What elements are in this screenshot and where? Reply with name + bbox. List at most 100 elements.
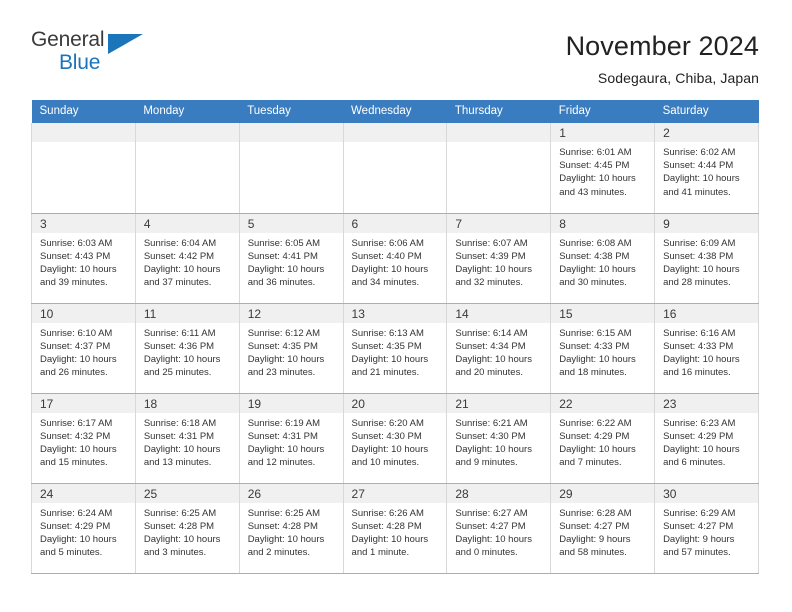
calendar-day-cell[interactable]: 27 Sunrise: 6:26 AM Sunset: 4:28 PM Dayligh… <box>343 483 448 574</box>
calendar-day-cell[interactable]: 25 Sunrise: 6:25 AM Sunset: 4:28 PM Dayligh… <box>135 483 240 574</box>
daylight-text-line2: and 43 minutes. <box>559 186 627 198</box>
daylight-text-line1: Daylight: 10 hours <box>351 353 429 365</box>
calendar-day-cell[interactable]: 17 Sunrise: 6:17 AM Sunset: 4:32 PM Dayligh… <box>31 393 136 484</box>
calendar-day-cell-empty <box>31 123 136 214</box>
calendar-day-cell[interactable]: 19 Sunrise: 6:19 AM Sunset: 4:31 PM Dayligh… <box>239 393 344 484</box>
daylight-text-line2: and 32 minutes. <box>455 277 523 289</box>
sunset-text: Sunset: 4:42 PM <box>143 250 215 262</box>
daylight-text-line2: and 21 minutes. <box>351 367 420 379</box>
daylight-text-line1: Daylight: 10 hours <box>455 263 532 275</box>
calendar-day-cell[interactable]: 9 Sunrise: 6:09 AM Sunset: 4:38 PM Daylight… <box>654 213 759 304</box>
sunset-text: Sunset: 4:40 PM <box>351 250 422 262</box>
day-number: 12 <box>239 303 343 323</box>
calendar-wrapper: Sunday Monday Tuesday Wednesday Thursday Frid… <box>0 100 792 574</box>
day-details: Sunrise: 6:29 AM Sunset: 4:27 PM Daylight:… <box>655 503 758 560</box>
sunset-text: Sunset: 4:31 PM <box>143 430 215 442</box>
sunrise-text: Sunrise: 6:08 AM <box>559 237 632 249</box>
day-details <box>447 142 550 146</box>
daylight-text-line2: and 34 minutes. <box>351 277 420 289</box>
sunrise-text: Sunrise: 6:13 AM <box>351 327 424 339</box>
daylight-text-line1: Daylight: 9 hours <box>663 533 735 545</box>
daylight-text-line1: Daylight: 10 hours <box>143 443 221 455</box>
calendar-day-cell[interactable]: 28 Sunrise: 6:27 AM Sunset: 4:27 PM Dayligh… <box>446 483 552 574</box>
day-details: Sunrise: 6:10 AM Sunset: 4:37 PM Daylight:… <box>32 323 135 380</box>
day-number: 11 <box>135 303 239 323</box>
sunrise-text: Sunrise: 6:17 AM <box>40 417 113 429</box>
calendar-day-cell[interactable]: 10 Sunrise: 6:10 AM Sunset: 4:37 PM Dayligh… <box>31 303 136 394</box>
calendar-day-cell[interactable]: 15 Sunrise: 6:15 AM Sunset: 4:33 PM Dayligh… <box>550 303 656 394</box>
calendar-day-cell[interactable]: 26 Sunrise: 6:25 AM Sunset: 4:28 PM Dayligh… <box>239 483 344 574</box>
calendar-day-cell-empty <box>446 123 552 214</box>
calendar-week-row: 10 Sunrise: 6:10 AM Sunset: 4:37 PM Dayligh… <box>31 303 759 394</box>
daylight-text-line2: and 10 minutes. <box>351 457 420 469</box>
day-details: Sunrise: 6:03 AM Sunset: 4:43 PM Daylight:… <box>32 233 135 290</box>
day-number: 28 <box>447 483 551 503</box>
calendar-day-cell[interactable]: 5 Sunrise: 6:05 AM Sunset: 4:41 PM Daylight… <box>239 213 344 304</box>
sunrise-text: Sunrise: 6:09 AM <box>663 237 736 249</box>
sunrise-text: Sunrise: 6:15 AM <box>559 327 632 339</box>
general-blue-logo[interactable]: General Blue <box>31 28 149 80</box>
day-number: 24 <box>32 483 135 503</box>
weekday-header-tuesday: Tuesday <box>239 100 344 123</box>
sunrise-text: Sunrise: 6:01 AM <box>559 147 632 158</box>
daylight-text-line2: and 20 minutes. <box>455 367 523 379</box>
daylight-text-line2: and 37 minutes. <box>143 277 212 289</box>
calendar-day-cell[interactable]: 23 Sunrise: 6:23 AM Sunset: 4:29 PM Dayligh… <box>654 393 759 484</box>
day-details: Sunrise: 6:12 AM Sunset: 4:35 PM Daylight:… <box>240 323 343 380</box>
sunset-text: Sunset: 4:27 PM <box>559 520 630 532</box>
day-details: Sunrise: 6:17 AM Sunset: 4:32 PM Daylight:… <box>32 413 135 470</box>
daylight-text-line1: Daylight: 10 hours <box>663 443 740 455</box>
daylight-text-line1: Daylight: 10 hours <box>143 533 221 545</box>
daylight-text-line1: Daylight: 10 hours <box>663 173 740 185</box>
calendar-day-cell[interactable]: 29 Sunrise: 6:28 AM Sunset: 4:27 PM Dayligh… <box>550 483 656 574</box>
calendar-day-cell[interactable]: 13 Sunrise: 6:13 AM Sunset: 4:35 PM Dayligh… <box>343 303 448 394</box>
daylight-text-line2: and 57 minutes. <box>663 547 731 559</box>
sunset-text: Sunset: 4:29 PM <box>663 430 734 442</box>
daylight-text-line1: Daylight: 10 hours <box>351 443 429 455</box>
calendar-day-cell[interactable]: 7 Sunrise: 6:07 AM Sunset: 4:39 PM Daylight… <box>446 213 552 304</box>
calendar-day-cell[interactable]: 11 Sunrise: 6:11 AM Sunset: 4:36 PM Dayligh… <box>135 303 240 394</box>
sunset-text: Sunset: 4:33 PM <box>663 340 734 352</box>
calendar-day-cell[interactable]: 24 Sunrise: 6:24 AM Sunset: 4:29 PM Dayligh… <box>31 483 136 574</box>
day-details <box>136 142 239 146</box>
day-number: 25 <box>135 483 239 503</box>
daylight-text-line2: and 5 minutes. <box>40 547 103 559</box>
day-details: Sunrise: 6:25 AM Sunset: 4:28 PM Daylight:… <box>240 503 343 560</box>
weekday-header-monday: Monday <box>135 100 240 123</box>
calendar-day-cell[interactable]: 2 Sunrise: 6:02 AM Sunset: 4:44 PM Daylight… <box>654 123 759 214</box>
calendar-day-cell[interactable]: 18 Sunrise: 6:18 AM Sunset: 4:31 PM Dayligh… <box>135 393 240 484</box>
calendar-day-cell[interactable]: 8 Sunrise: 6:08 AM Sunset: 4:38 PM Daylight… <box>550 213 656 304</box>
calendar-body: 1 Sunrise: 6:01 AM Sunset: 4:45 PM Daylight… <box>31 123 759 574</box>
day-details: Sunrise: 6:11 AM Sunset: 4:36 PM Daylight:… <box>136 323 239 380</box>
daylight-text-line1: Daylight: 10 hours <box>559 443 636 455</box>
calendar-day-cell[interactable]: 14 Sunrise: 6:14 AM Sunset: 4:34 PM Dayligh… <box>446 303 552 394</box>
sunrise-text: Sunrise: 6:03 AM <box>40 237 113 249</box>
daylight-text-line2: and 26 minutes. <box>40 367 108 379</box>
daylight-text-line2: and 6 minutes. <box>663 457 726 469</box>
daylight-text-line1: Daylight: 10 hours <box>40 353 117 365</box>
calendar-day-cell[interactable]: 3 Sunrise: 6:03 AM Sunset: 4:43 PM Daylight… <box>31 213 136 304</box>
logo-triangle-icon <box>108 34 143 54</box>
calendar-day-cell[interactable]: 6 Sunrise: 6:06 AM Sunset: 4:40 PM Daylight… <box>343 213 448 304</box>
calendar-day-cell[interactable]: 16 Sunrise: 6:16 AM Sunset: 4:33 PM Dayligh… <box>654 303 759 394</box>
day-details: Sunrise: 6:26 AM Sunset: 4:28 PM Daylight:… <box>344 503 447 560</box>
sunrise-text: Sunrise: 6:18 AM <box>143 417 217 429</box>
daylight-text-line1: Daylight: 9 hours <box>559 533 631 545</box>
calendar-day-cell[interactable]: 30 Sunrise: 6:29 AM Sunset: 4:27 PM Dayligh… <box>654 483 759 574</box>
calendar-day-cell[interactable]: 20 Sunrise: 6:20 AM Sunset: 4:30 PM Dayligh… <box>343 393 448 484</box>
calendar-day-cell[interactable]: 21 Sunrise: 6:21 AM Sunset: 4:30 PM Dayligh… <box>446 393 552 484</box>
sunrise-text: Sunrise: 6:25 AM <box>247 507 321 519</box>
weekday-header-thursday: Thursday <box>446 100 551 123</box>
daylight-text-line2: and 13 minutes. <box>143 457 212 469</box>
calendar-day-cell[interactable]: 12 Sunrise: 6:12 AM Sunset: 4:35 PM Dayligh… <box>239 303 344 394</box>
sunset-text: Sunset: 4:43 PM <box>40 250 111 262</box>
calendar-day-cell[interactable]: 22 Sunrise: 6:22 AM Sunset: 4:29 PM Dayligh… <box>550 393 656 484</box>
day-number: 13 <box>343 303 447 323</box>
sunrise-text: Sunrise: 6:11 AM <box>143 327 216 339</box>
sunrise-text: Sunrise: 6:10 AM <box>40 327 113 339</box>
title-block: November 2024 Sodegaura, Chiba, Japan <box>566 28 759 88</box>
daylight-text-line1: Daylight: 10 hours <box>247 263 325 275</box>
calendar-day-cell[interactable]: 4 Sunrise: 6:04 AM Sunset: 4:42 PM Daylight… <box>135 213 240 304</box>
calendar-day-cell[interactable]: 1 Sunrise: 6:01 AM Sunset: 4:45 PM Daylight… <box>550 123 656 214</box>
sunrise-text: Sunrise: 6:06 AM <box>351 237 424 249</box>
